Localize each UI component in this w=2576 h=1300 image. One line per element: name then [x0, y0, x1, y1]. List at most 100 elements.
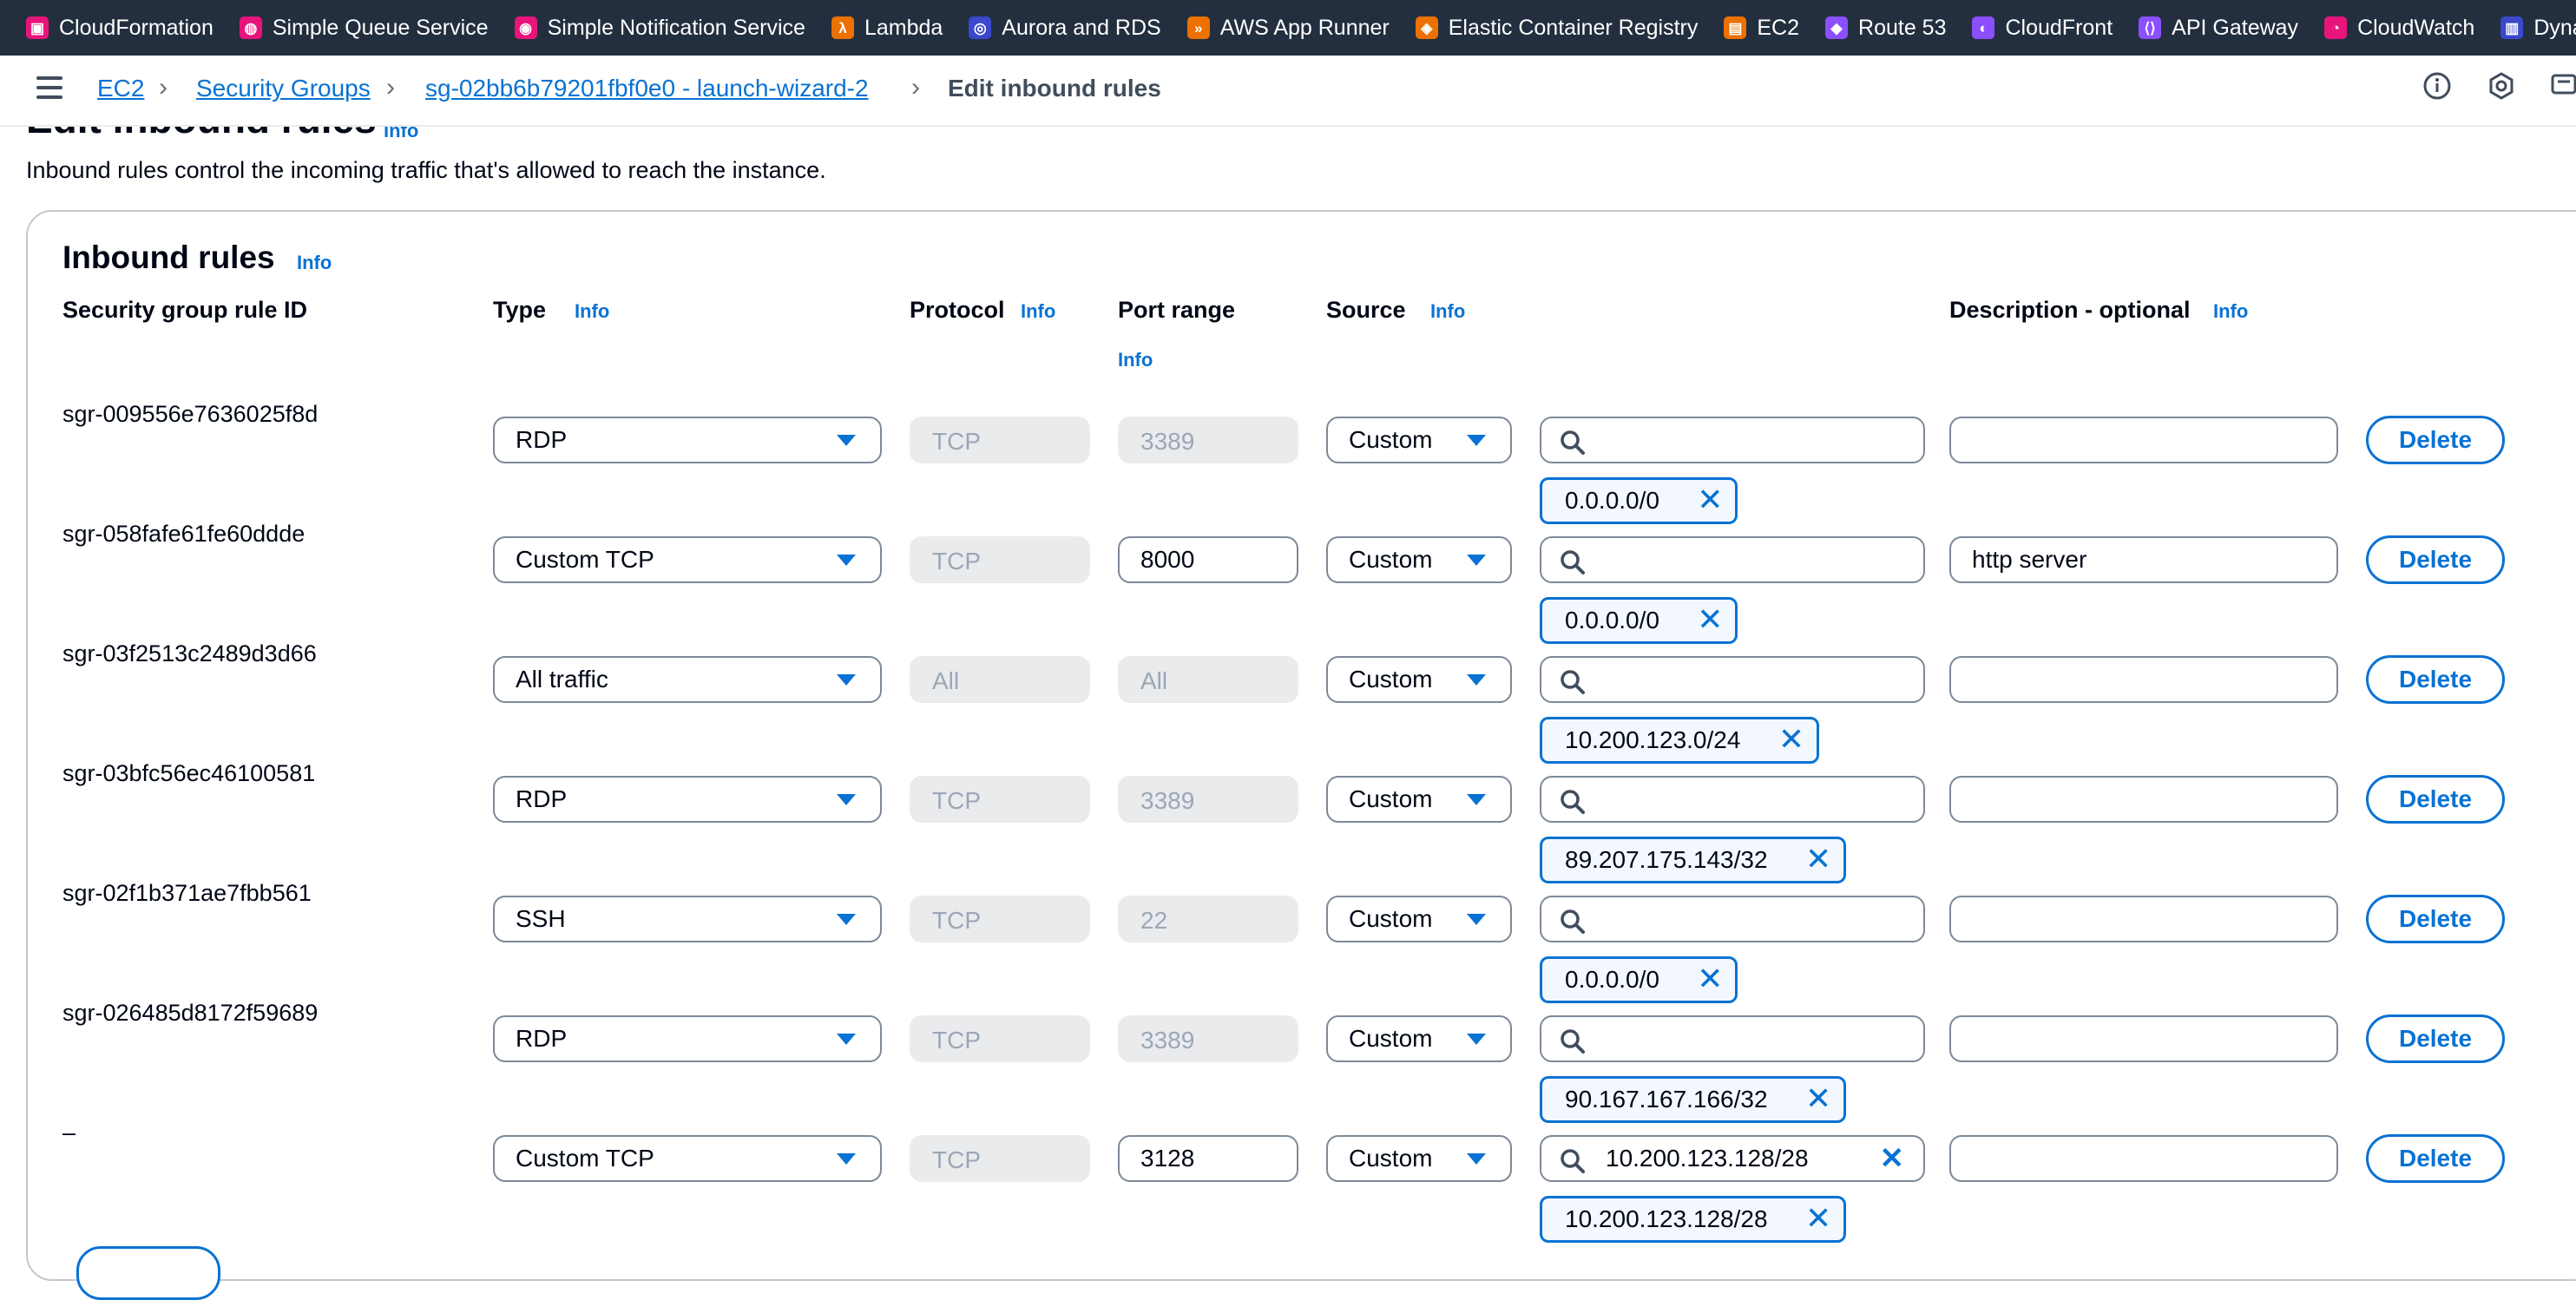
favorite-label: Lambda	[864, 15, 943, 40]
type-info-link[interactable]: Info	[575, 300, 609, 323]
caret-down-icon	[837, 1034, 856, 1045]
search-icon	[1559, 1146, 1587, 1173]
remove-token-icon[interactable]: ✕	[1697, 480, 1723, 520]
description-input[interactable]	[1949, 776, 2338, 823]
settings-hex-icon[interactable]	[2484, 71, 2519, 106]
type-select[interactable]: All traffic	[493, 656, 882, 703]
description-input[interactable]	[1949, 417, 2338, 463]
source-select[interactable]: Custom	[1326, 417, 1512, 463]
port-range-field: 22	[1118, 896, 1298, 942]
favorite-label: Route 53	[1858, 15, 1947, 40]
favorite-cloudwatch[interactable]: ◔ CloudWatch	[2324, 16, 2474, 41]
search-icon	[1559, 547, 1587, 574]
rule-id: sgr-02f1b371ae7fbb561	[62, 880, 312, 906]
delete-rule-button[interactable]: Delete	[2366, 1134, 2505, 1183]
breadcrumb-security-groups[interactable]: Security Groups	[196, 75, 371, 102]
favorite-rds[interactable]: ◎ Aurora and RDS	[969, 16, 1161, 41]
source-select[interactable]: Custom	[1326, 896, 1512, 942]
source-select[interactable]: Custom	[1326, 656, 1512, 703]
source-select[interactable]: Custom	[1326, 1135, 1512, 1182]
ecr-icon: ◈	[1415, 16, 1438, 39]
delete-rule-button[interactable]: Delete	[2366, 416, 2505, 464]
favorite-app-runner[interactable]: » AWS App Runner	[1186, 16, 1390, 41]
delete-rule-button[interactable]: Delete	[2366, 535, 2505, 584]
info-circle-icon[interactable]	[2420, 71, 2454, 106]
source-search-input[interactable]	[1540, 536, 1925, 583]
favorite-api-gateway[interactable]: ⟨⟩ API Gateway	[2139, 16, 2298, 41]
clear-icon[interactable]: ✕	[1880, 1137, 1905, 1180]
port-range-input[interactable]: 8000	[1118, 536, 1298, 583]
description-input[interactable]	[1949, 1135, 2338, 1182]
type-select[interactable]: RDP	[493, 1015, 882, 1062]
protocol-info-link[interactable]: Info	[1021, 300, 1055, 323]
source-search-input[interactable]	[1540, 656, 1925, 703]
remove-token-icon[interactable]: ✕	[1805, 1198, 1831, 1238]
description-input[interactable]: http server	[1949, 536, 2338, 583]
type-value: Custom TCP	[516, 546, 654, 573]
delete-rule-button[interactable]: Delete	[2366, 775, 2505, 824]
remove-token-icon[interactable]: ✕	[1697, 600, 1723, 640]
feedback-icon[interactable]	[2546, 71, 2576, 106]
route53-icon: ◆	[1825, 16, 1849, 39]
favorite-ec2[interactable]: ▤ EC2	[1724, 16, 1799, 41]
description-input[interactable]	[1949, 896, 2338, 942]
breadcrumb-security-group[interactable]: sg-02bb6b79201fbf0e0 - launch-wizard-2	[425, 75, 869, 102]
cloudfront-icon: ◐	[1972, 16, 1995, 39]
type-select[interactable]: Custom TCP	[493, 1135, 882, 1182]
col-protocol: Protocol	[910, 297, 1005, 323]
port-range-input[interactable]: 3128	[1118, 1135, 1298, 1182]
favorite-route53[interactable]: ◆ Route 53	[1825, 16, 1946, 41]
caret-down-icon	[1467, 1153, 1486, 1165]
panel-info-link[interactable]: Info	[297, 252, 332, 274]
favorite-cloudfront[interactable]: ◐ CloudFront	[1972, 16, 2113, 41]
cidr-token: 10.200.123.128/28 ✕	[1540, 1196, 1847, 1243]
search-icon	[1559, 1026, 1587, 1054]
menu-icon[interactable]	[36, 76, 62, 102]
favorite-dynamodb[interactable]: ▥ Dynam	[2500, 16, 2576, 41]
add-rule-button[interactable]	[76, 1246, 220, 1300]
favorite-sns[interactable]: ◉ Simple Notification Service	[514, 16, 805, 41]
rule-id: sgr-009556e7636025f8d	[62, 401, 319, 427]
type-select[interactable]: SSH	[493, 896, 882, 942]
type-value: RDP	[516, 1025, 568, 1052]
source-search-input[interactable]	[1540, 896, 1925, 942]
source-info-link[interactable]: Info	[1430, 300, 1465, 323]
type-select[interactable]: RDP	[493, 417, 882, 463]
cidr-token-label: 90.167.167.166/32	[1565, 1086, 1768, 1113]
source-search-input[interactable]	[1540, 1015, 1925, 1062]
type-select[interactable]: RDP	[493, 776, 882, 823]
source-search-input[interactable]: 10.200.123.128/28 ✕	[1540, 1135, 1925, 1182]
remove-token-icon[interactable]: ✕	[1778, 719, 1804, 759]
delete-rule-button[interactable]: Delete	[2366, 655, 2505, 704]
type-select[interactable]: Custom TCP	[493, 536, 882, 583]
source-search-input[interactable]	[1540, 417, 1925, 463]
favorite-lambda[interactable]: λ Lambda	[831, 16, 943, 41]
remove-token-icon[interactable]: ✕	[1805, 1079, 1831, 1119]
description-input[interactable]	[1949, 656, 2338, 703]
cidr-token-label: 10.200.123.0/24	[1565, 726, 1741, 753]
favorite-label: Dynam	[2533, 15, 2576, 40]
favorite-cloudformation[interactable]: ▣ CloudFormation	[26, 16, 214, 41]
breadcrumb-ec2[interactable]: EC2	[97, 75, 144, 102]
port-range-info-link[interactable]: Info	[1118, 349, 1153, 371]
port-range-field: 3389	[1118, 417, 1298, 463]
search-icon	[1559, 786, 1587, 814]
favorite-ecr[interactable]: ◈ Elastic Container Registry	[1415, 16, 1698, 41]
description-info-link[interactable]: Info	[2213, 300, 2248, 323]
rule-id: sgr-03bfc56ec46100581	[62, 760, 316, 786]
favorite-sqs[interactable]: ◍ Simple Queue Service	[239, 16, 489, 41]
delete-rule-button[interactable]: Delete	[2366, 1014, 2505, 1063]
remove-token-icon[interactable]: ✕	[1697, 959, 1723, 999]
source-search-value: 10.200.123.128/28	[1606, 1145, 1809, 1172]
protocol-field: TCP	[910, 417, 1090, 463]
cidr-token: 90.167.167.166/32 ✕	[1540, 1076, 1847, 1123]
source-search-input[interactable]	[1540, 776, 1925, 823]
delete-rule-button[interactable]: Delete	[2366, 895, 2505, 943]
rule-id: sgr-026485d8172f59689	[62, 1000, 319, 1026]
source-select[interactable]: Custom	[1326, 1015, 1512, 1062]
source-select[interactable]: Custom	[1326, 776, 1512, 823]
caret-down-icon	[837, 914, 856, 925]
source-select[interactable]: Custom	[1326, 536, 1512, 583]
remove-token-icon[interactable]: ✕	[1805, 839, 1831, 879]
description-input[interactable]	[1949, 1015, 2338, 1062]
